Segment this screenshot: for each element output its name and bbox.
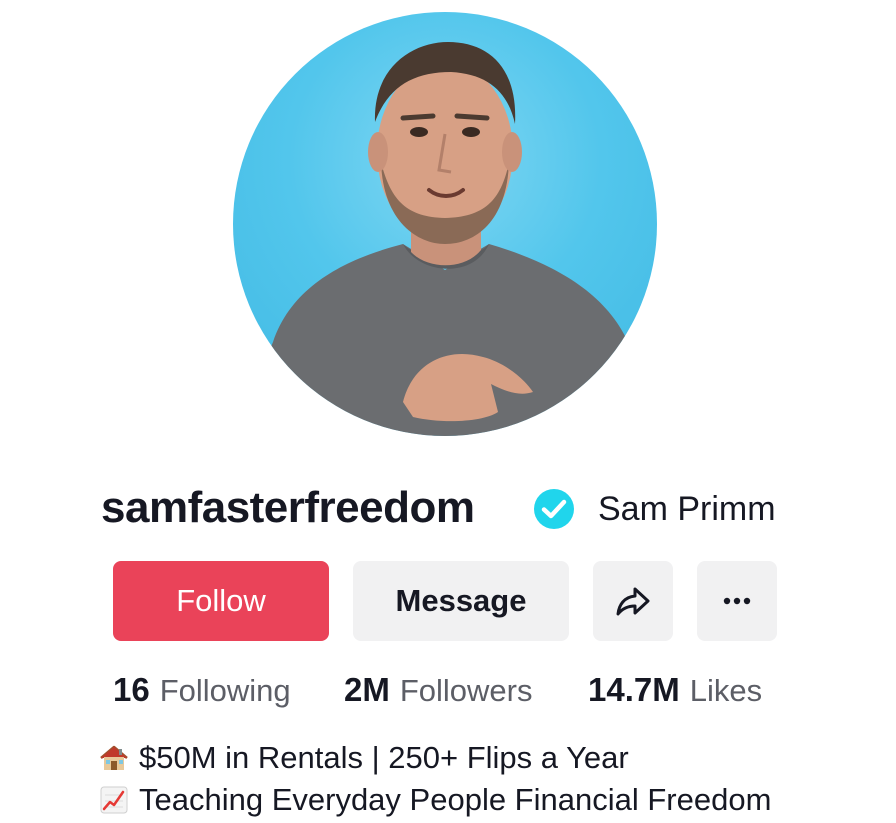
message-button[interactable]: Message — [353, 561, 569, 641]
following-stat[interactable]: 16 Following — [113, 668, 291, 719]
likes-count: 14.7M — [588, 671, 680, 708]
avatar[interactable] — [233, 12, 657, 436]
bio-line: $50M in Rentals | 250+ Flips a Year — [99, 737, 889, 779]
likes-label: Likes — [689, 673, 763, 708]
house-icon — [100, 745, 128, 770]
username: samfasterfreedom — [101, 483, 475, 532]
profile-photo — [233, 42, 657, 436]
profile-stats: 16 Following 2M Followers 14.7M Likes — [0, 668, 896, 712]
follow-button-label: Follow — [176, 583, 266, 618]
followers-label: Followers — [399, 673, 533, 708]
follow-button[interactable]: Follow — [113, 561, 329, 641]
bio-line-2: Teaching Everyday People Financial Freed… — [139, 782, 772, 817]
profile-name-row: samfasterfreedom Sam Primm — [0, 482, 896, 534]
share-arrow-icon — [616, 587, 650, 616]
display-name: Sam Primm — [598, 490, 776, 528]
following-count: 16 — [113, 671, 150, 708]
message-button-label: Message — [395, 583, 527, 618]
followers-count: 2M — [344, 671, 390, 708]
followers-stat[interactable]: 2M Followers — [344, 668, 533, 719]
bio-line: Teaching Everyday People Financial Freed… — [99, 779, 889, 821]
likes-stat: 14.7M Likes — [588, 668, 762, 719]
following-label: Following — [159, 673, 291, 708]
more-dots-icon — [723, 597, 751, 605]
share-button[interactable] — [593, 561, 673, 641]
more-options-button[interactable] — [697, 561, 777, 641]
bio-line-1: $50M in Rentals | 250+ Flips a Year — [139, 740, 629, 775]
chart-increasing-icon — [100, 786, 128, 814]
profile-bio: $50M in Rentals | 250+ Flips a Year Teac… — [99, 737, 889, 821]
verified-badge-icon — [534, 489, 574, 529]
